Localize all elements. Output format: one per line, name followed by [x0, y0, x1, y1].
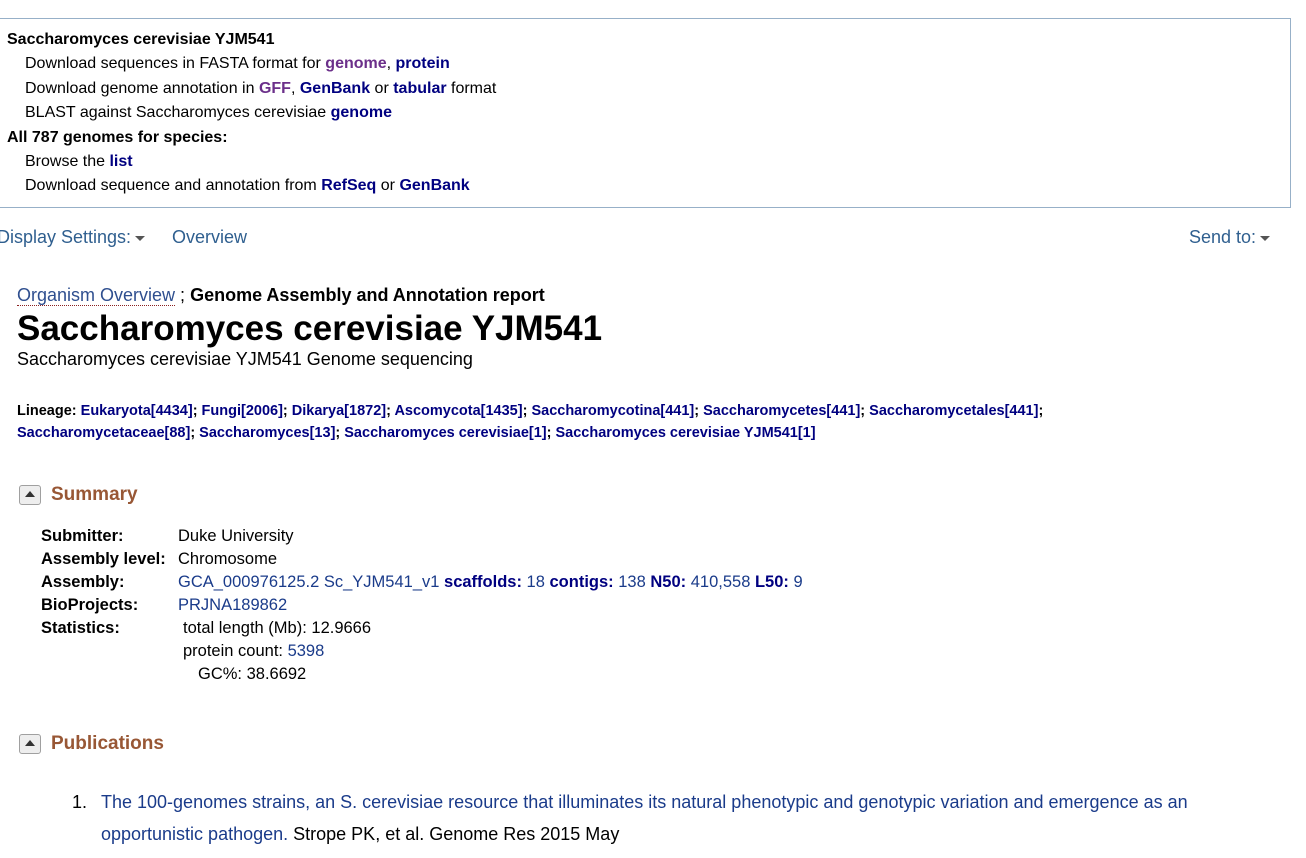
- organism-name: Saccharomyces cerevisiae YJM541: [7, 31, 275, 48]
- display-settings-bar: Display Settings: Overview Send to:: [0, 227, 1306, 253]
- fasta-protein-link[interactable]: protein: [396, 55, 450, 72]
- publication-citation: Strope PK, et al. Genome Res 2015 May: [288, 824, 620, 844]
- collapse-toggle-icon[interactable]: [19, 484, 41, 505]
- lineage-link-fungi[interactable]: Fungi[2006]: [202, 403, 283, 419]
- breadcrumb: Organism Overview ; Genome Assembly and …: [17, 285, 545, 306]
- tabular-link[interactable]: tabular: [393, 80, 446, 97]
- n50-label: N50:: [645, 573, 687, 591]
- l50-value: 9: [788, 573, 803, 591]
- send-to-dropdown[interactable]: Send to:: [1189, 227, 1271, 248]
- lineage-link-saccharomycetales[interactable]: Saccharomycetales[441]: [869, 403, 1038, 419]
- lineage-link-saccharomycotina[interactable]: Saccharomycotina[441]: [531, 403, 694, 419]
- or-text: or: [376, 177, 400, 195]
- chevron-down-icon: [1260, 235, 1271, 241]
- lineage-link-eukaryota[interactable]: Eukaryota[4434]: [81, 403, 193, 419]
- publications-heading: Publications: [51, 733, 164, 754]
- total-length-label: total length (Mb):: [183, 619, 312, 637]
- lineage-link-saccharomycetes[interactable]: Saccharomycetes[441]: [703, 403, 860, 419]
- collapse-toggle-icon[interactable]: [19, 733, 41, 754]
- report-type: Genome Assembly and Annotation report: [190, 285, 545, 305]
- assembly-link[interactable]: GCA_000976125.2 Sc_YJM541_v1: [178, 573, 439, 591]
- contigs-value: 138: [613, 573, 646, 591]
- page-title: Saccharomyces cerevisiae YJM541: [17, 309, 603, 348]
- publication-item: The 100-genomes strains, an S. cerevisia…: [101, 786, 1291, 850]
- gff-link[interactable]: GFF: [259, 80, 291, 97]
- annotation-prefix: Download genome annotation in: [25, 79, 259, 97]
- scaffolds-label: scaffolds:: [439, 573, 522, 591]
- publications-section-header[interactable]: Publications: [19, 733, 164, 755]
- publication-title-link[interactable]: The 100-genomes strains, an S. cerevisia…: [101, 792, 1188, 844]
- lineage-link-saccharomyces[interactable]: Saccharomyces[13]: [199, 425, 335, 441]
- summary-heading: Summary: [51, 484, 138, 505]
- lineage-link-saccharomycetaceae[interactable]: Saccharomycetaceae[88]: [17, 425, 190, 441]
- blast-prefix: BLAST against Saccharomyces cerevisiae: [25, 104, 331, 122]
- lineage: Lineage: Eukaryota[4434]; Fungi[2006]; D…: [17, 403, 1044, 441]
- refseq-link[interactable]: RefSeq: [321, 177, 376, 194]
- n50-value: 410,558: [686, 573, 751, 591]
- browse-row: Browse the list: [7, 150, 1290, 174]
- chevron-down-icon: [135, 235, 146, 241]
- statistics-label: Statistics:: [41, 619, 120, 637]
- bulk-download-prefix: Download sequence and annotation from: [25, 177, 322, 195]
- contigs-label: contigs:: [544, 573, 614, 591]
- gc-label: GC%:: [198, 665, 247, 683]
- fasta-prefix: Download sequences in FASTA format for: [25, 55, 326, 73]
- all-genomes-heading: All 787 genomes for species:: [7, 128, 228, 146]
- protein-count-stat: protein count: 5398: [183, 640, 324, 663]
- bioproject-link[interactable]: PRJNA189862: [178, 594, 287, 617]
- format-text: format: [446, 79, 497, 97]
- lineage-link-s-cerevisiae[interactable]: Saccharomyces cerevisiae[1]: [344, 425, 546, 441]
- lineage-link-dikarya[interactable]: Dikarya[1872]: [292, 403, 386, 419]
- genbank-bulk-link[interactable]: GenBank: [399, 177, 469, 194]
- or-text: or: [370, 79, 394, 97]
- bulk-download-row: Download sequence and annotation from Re…: [7, 174, 1290, 198]
- total-length-stat: total length (Mb): 12.9666: [183, 617, 371, 640]
- submitter-label: Submitter:: [41, 527, 124, 545]
- scaffolds-value: 18: [521, 573, 545, 591]
- genbank-annotation-link[interactable]: GenBank: [300, 80, 370, 97]
- fasta-download-row: Download sequences in FASTA format for g…: [7, 52, 1290, 76]
- protein-count-label: protein count:: [183, 642, 288, 660]
- publication-number: 1.: [72, 792, 88, 812]
- organism-overview-link[interactable]: Organism Overview: [17, 285, 176, 306]
- lineage-link-s-cerevisiae-yjm541[interactable]: Saccharomyces cerevisiae YJM541[1]: [555, 425, 815, 441]
- lineage-label: Lineage:: [17, 403, 81, 419]
- protein-count-link[interactable]: 5398: [288, 642, 325, 660]
- display-format-label: Overview: [172, 227, 248, 247]
- gc-value: 38.6692: [246, 665, 307, 683]
- assembly-level-label: Assembly level:: [41, 550, 166, 568]
- blast-row: BLAST against Saccharomyces cerevisiae g…: [7, 101, 1290, 125]
- display-settings-dropdown[interactable]: Display Settings:: [0, 227, 146, 248]
- browse-prefix: Browse the: [25, 153, 110, 171]
- fasta-genome-link[interactable]: genome: [325, 55, 386, 72]
- blast-genome-link[interactable]: genome: [331, 104, 392, 121]
- bioprojects-label: BioProjects:: [41, 596, 139, 614]
- breadcrumb-separator: ;: [175, 285, 191, 305]
- genome-list-link[interactable]: list: [109, 153, 132, 170]
- comma: ,: [290, 79, 300, 97]
- lineage-link-ascomycota[interactable]: Ascomycota[1435]: [394, 403, 522, 419]
- l50-label: L50:: [750, 573, 789, 591]
- gc-stat: GC%: 38.6692: [198, 663, 306, 686]
- genome-downloads-box: Saccharomyces cerevisiae YJM541 Download…: [0, 18, 1291, 208]
- assembly-label: Assembly:: [41, 573, 125, 591]
- send-to-label: Send to:: [1189, 227, 1257, 247]
- comma: ,: [386, 55, 396, 73]
- assembly-level-value: Chromosome: [178, 550, 278, 568]
- display-settings-label: Display Settings:: [0, 227, 132, 247]
- assembly-value: GCA_000976125.2 Sc_YJM541_v1 scaffolds: …: [178, 571, 803, 594]
- summary-section-header[interactable]: Summary: [19, 484, 138, 506]
- annotation-download-row: Download genome annotation in GFF, GenBa…: [7, 77, 1290, 101]
- total-length-value: 12.9666: [311, 619, 372, 637]
- submitter-value: Duke University: [178, 527, 294, 545]
- page-subtitle: Saccharomyces cerevisiae YJM541 Genome s…: [17, 349, 473, 369]
